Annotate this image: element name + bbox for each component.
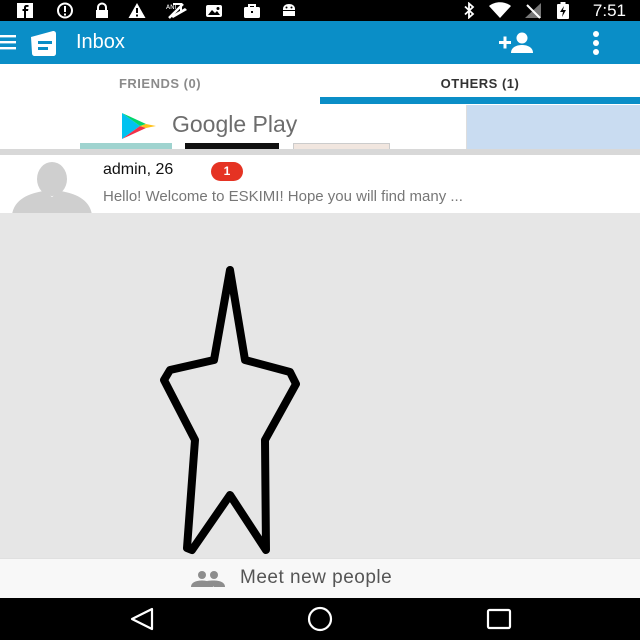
message-preview: Hello! Welcome to ESKIMI! Hope you will … [103,188,463,205]
unread-badge: 1 [211,162,243,181]
page-title: Inbox [76,31,125,53]
alert-circle-icon [57,2,73,19]
warning-icon [128,3,146,18]
tab-indicator [320,97,640,104]
svg-text:ANI: ANI [166,4,177,11]
ad-image[interactable]: Google Play [0,105,467,149]
menu-icon[interactable] [0,34,18,50]
back-icon[interactable] [128,606,156,632]
android-icon [283,4,295,16]
recents-icon[interactable] [484,606,514,632]
add-friend-icon[interactable] [498,31,536,55]
battery-charging-icon [557,2,569,19]
meet-new-people-button[interactable]: Meet new people [0,558,640,599]
eskimi-logo-icon[interactable] [28,29,60,57]
content-area [0,213,640,558]
bluetooth-icon [464,2,475,19]
signal-icon [525,3,541,19]
home-icon[interactable] [304,606,336,632]
tab-friends[interactable]: FRIENDS (0) [0,64,320,105]
more-vertical-icon[interactable] [586,29,606,57]
ad-banner[interactable]: Google Play [0,105,640,149]
status-time: 7:51 [592,1,626,20]
lock-icon [96,2,108,18]
star-drawing [160,266,300,554]
status-bar: ANI 7:51 [0,0,640,21]
avatar[interactable] [12,161,92,215]
meet-new-people-label: Meet new people [240,567,393,588]
facebook-icon [17,3,33,18]
conversation-row[interactable]: admin, 26 1 Hello! Welcome to ESKIMI! Ho… [0,155,640,215]
sender-name: admin, 26 [103,161,174,178]
people-icon [191,571,225,587]
google-play-logo-icon [122,113,156,139]
system-nav-bar [0,598,640,640]
ad-side-image[interactable] [467,105,640,149]
ad-text: Google Play [172,111,298,137]
wifi-icon [489,2,511,18]
app-bar: Inbox [0,21,640,64]
photo-icon [206,5,222,17]
no-sim-icon: ANI [166,3,187,19]
briefcase-icon [244,4,260,18]
